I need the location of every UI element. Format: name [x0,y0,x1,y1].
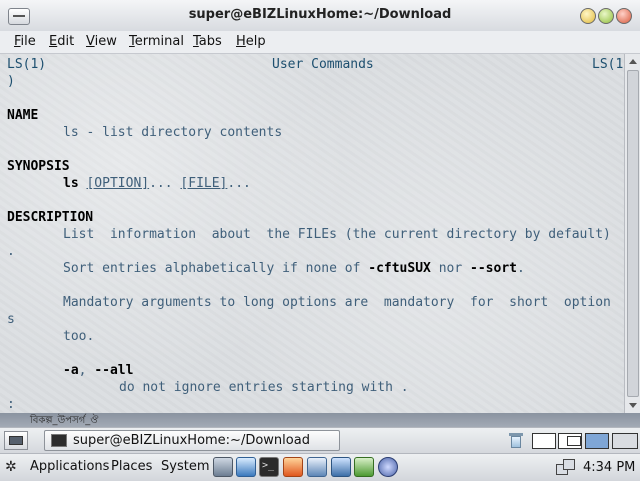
network-status-icon[interactable] [556,458,575,476]
desc-line-3: Mandatory arguments to long options are … [63,295,611,310]
option-a-line: -a, --all [63,363,133,380]
synopsis-option: [OPTION] [86,176,150,191]
workspace-1[interactable] [532,433,556,449]
workspace-2[interactable] [558,433,582,449]
trash-icon[interactable] [508,432,524,449]
man-header-right: LS(1 [592,57,624,72]
maximize-icon[interactable] [598,8,614,24]
desc-line-2: Sort entries alphabetically if none of -… [63,261,525,278]
desc-line-4: too. [63,329,95,344]
editor-launcher-icon[interactable] [307,457,327,477]
desc-line-2-opt1: -cftuSUX [368,261,431,276]
show-desktop-icon[interactable] [4,431,28,450]
terminal-view[interactable]: LS(1) User Commands LS(1 ) NAME ls - lis… [0,54,624,413]
menu-terminal[interactable]: Terminal [129,34,184,49]
clock[interactable]: 4:34 PM [583,460,635,475]
scrollbar-thumb[interactable] [627,70,639,397]
desktop-background: বিকল্প_উপসর্গ_ঔ [0,413,640,427]
system-menu[interactable]: System [161,459,209,474]
scroll-up-icon[interactable] [627,56,639,68]
desc-line-2-post: . [516,261,525,276]
man-header-left: LS(1) [7,57,47,72]
computer-launcher-icon[interactable] [213,457,233,477]
taskbar-terminal-label: super@eBIZLinuxHome:~/Download [73,433,310,448]
man-header-center: User Commands [272,57,374,72]
applications-menu[interactable]: Applications [30,459,109,474]
synopsis-sep: ... [149,176,173,191]
scroll-down-icon[interactable] [627,399,639,411]
menu-edit[interactable]: Edit [49,34,74,49]
man-header-wrap: ) [7,74,15,89]
menu-file[interactable]: File [14,34,36,49]
desc-line-1: List information about the FILEs (the cu… [63,227,611,242]
option-a-description: do not ignore entries starting with . [119,380,409,395]
bottom-panel: ✲ Applications Places System 4:34 PM [0,453,640,481]
synopsis-line: ls [OPTION]... [FILE]... [63,176,251,193]
window-titlebar[interactable]: super@eBIZLinuxHome:~/Download [0,0,640,32]
synopsis-end: ... [227,176,251,191]
section-name-heading: NAME [7,108,39,123]
section-synopsis-heading: SYNOPSIS [7,159,70,174]
window-title: super@eBIZLinuxHome:~/Download [188,7,452,22]
option-all: --all [94,363,134,378]
pager-prompt[interactable]: : [7,397,15,413]
menu-bar: File Edit View Terminal Tabs Help [0,31,640,54]
desc-line-2-mid: nor [430,261,471,276]
desc-line-2-opt2: --sort [470,261,517,276]
minimize-icon[interactable] [580,8,596,24]
section-description-heading: DESCRIPTION [7,210,94,225]
network-launcher-icon[interactable] [236,457,256,477]
gnome-foot-icon[interactable]: ✲ [5,459,21,475]
synopsis-file: [FILE] [180,176,228,191]
desc-line-2-pre: Sort entries alphabetically if none of [63,261,369,276]
taskbar-terminal-button[interactable]: super@eBIZLinuxHome:~/Download [44,430,340,451]
window-list-panel: super@eBIZLinuxHome:~/Download [0,427,640,454]
terminal-icon [51,434,67,447]
synopsis-cmd: ls [63,176,79,191]
option-a: -a [63,363,79,378]
menu-tabs[interactable]: Tabs [193,34,222,49]
globe-launcher-icon[interactable] [378,457,398,477]
workspace-4[interactable] [612,433,638,449]
firefox-launcher-icon[interactable] [283,457,303,477]
spreadsheet-launcher-icon[interactable] [354,457,374,477]
close-icon[interactable] [616,8,632,24]
desc-line-1-wrap: . [7,244,15,259]
terminal-scrollbar[interactable] [624,54,640,413]
name-text: ls - list directory contents [63,125,283,140]
option-sep: , [78,363,95,378]
places-menu[interactable]: Places [111,459,152,474]
menu-help[interactable]: Help [236,34,266,49]
terminal-launcher-icon[interactable] [259,457,279,477]
menu-view[interactable]: View [86,34,117,49]
desc-line-3-wrap: s [7,312,15,327]
writer-launcher-icon[interactable] [331,457,351,477]
workspace-3[interactable] [585,433,609,449]
